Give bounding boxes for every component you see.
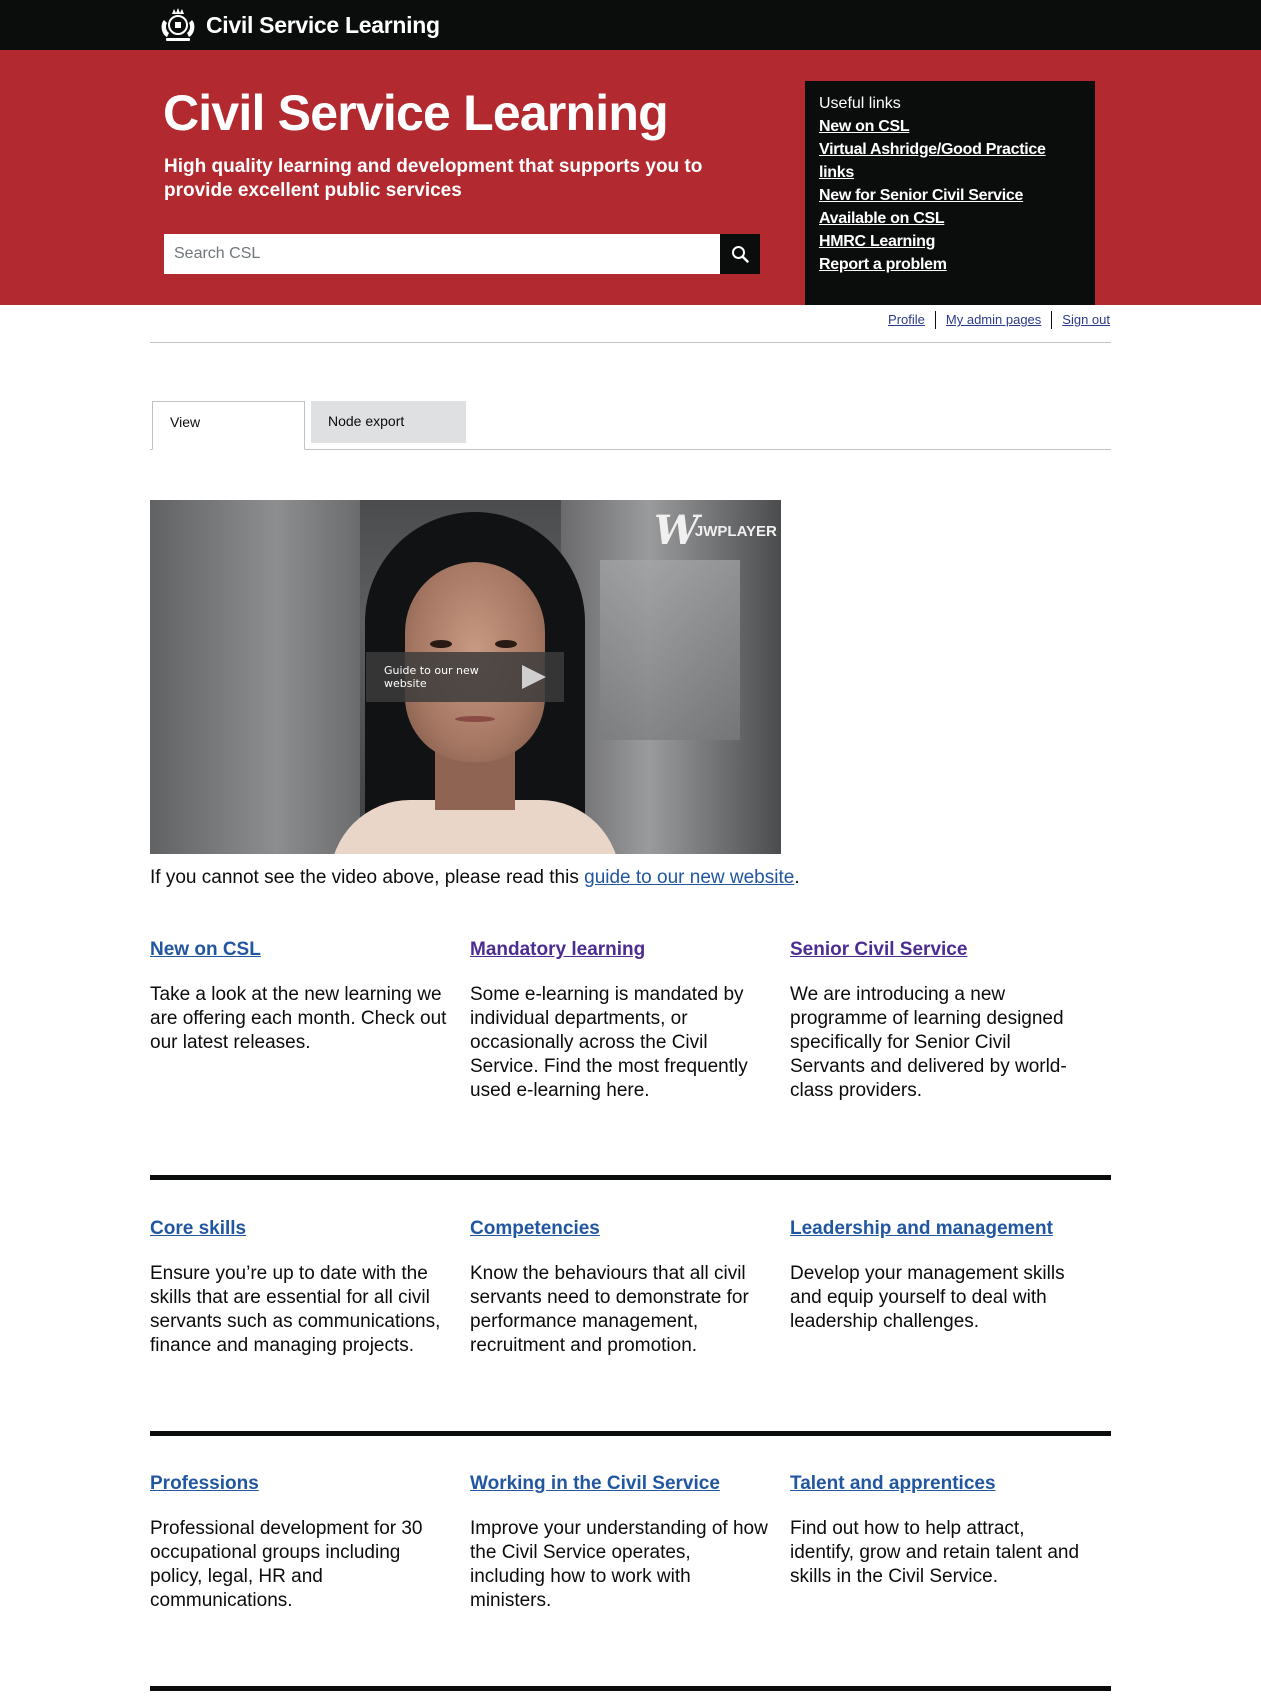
- useful-links-panel: Useful links New on CSL Virtual Ashridge…: [805, 81, 1095, 305]
- search-icon: [732, 246, 749, 263]
- section-divider: [150, 1431, 1111, 1436]
- section-divider: [150, 1686, 1111, 1691]
- card-title-talent-apprentices[interactable]: Talent and apprentices: [790, 1472, 1090, 1496]
- video-frame-person: [455, 716, 495, 722]
- card: Senior Civil Service We are introducing …: [790, 938, 1090, 1103]
- search-input[interactable]: [164, 234, 720, 274]
- card-text: Find out how to help attract, identify, …: [790, 1518, 1080, 1587]
- card-text: Take a look at the new learning we are o…: [150, 984, 447, 1053]
- page-title: Civil Service Learning: [163, 85, 669, 141]
- video-frame-background: [600, 560, 740, 740]
- card: Working in the Civil Service Improve you…: [470, 1472, 770, 1613]
- card: Leadership and management Develop your m…: [790, 1217, 1090, 1334]
- card: Professions Professional development for…: [150, 1472, 450, 1613]
- video-caption: If you cannot see the video above, pleas…: [150, 866, 800, 890]
- play-button-label: Guide to our new website: [384, 664, 479, 690]
- caption-text: .: [794, 867, 800, 888]
- play-icon: [522, 665, 546, 689]
- guide-link[interactable]: guide to our new website: [584, 867, 794, 888]
- card-title-new-on-csl[interactable]: New on CSL: [150, 938, 450, 962]
- brand-link[interactable]: Civil Service Learning: [158, 6, 440, 44]
- card-row: Core skills Ensure you’re up to date wit…: [150, 1217, 1111, 1367]
- card-text: Professional development for 30 occupati…: [150, 1518, 423, 1611]
- search-form: [164, 234, 760, 274]
- useful-link-available-on-csl[interactable]: Available on CSL: [819, 207, 1081, 230]
- card: Talent and apprentices Find out how to h…: [790, 1472, 1090, 1589]
- card-text: Know the behaviours that all civil serva…: [470, 1263, 749, 1356]
- jwplayer-logo-text: JWPLAYER: [694, 522, 777, 540]
- hero-banner: Civil Service Learning High quality lear…: [0, 50, 1261, 305]
- useful-link-virtual-ashridge[interactable]: Virtual Ashridge/Good Practice links: [819, 138, 1081, 184]
- section-divider: [150, 1175, 1111, 1180]
- card-title-working-civil-service[interactable]: Working in the Civil Service: [470, 1472, 770, 1496]
- card-row: Professions Professional development for…: [150, 1472, 1111, 1622]
- card-title-leadership-management[interactable]: Leadership and management: [790, 1217, 1090, 1241]
- card-title-competencies[interactable]: Competencies: [470, 1217, 770, 1241]
- card-title-mandatory-learning[interactable]: Mandatory learning: [470, 938, 770, 962]
- card-text: Develop your management skills and equip…: [790, 1263, 1065, 1332]
- admin-pages-link[interactable]: My admin pages: [936, 311, 1051, 329]
- card-row: New on CSL Take a look at the new learni…: [150, 938, 1111, 1108]
- tab-bar: View Node export: [150, 401, 1111, 450]
- video-frame-background: [150, 500, 360, 854]
- card-title-core-skills[interactable]: Core skills: [150, 1217, 450, 1241]
- card: Core skills Ensure you’re up to date wit…: [150, 1217, 450, 1358]
- card-title-senior-civil-service[interactable]: Senior Civil Service: [790, 938, 1090, 962]
- hero-subtitle: High quality learning and development th…: [164, 156, 703, 201]
- card-text: Ensure you’re up to date with the skills…: [150, 1263, 441, 1356]
- profile-link[interactable]: Profile: [878, 311, 935, 329]
- card: Mandatory learning Some e-learning is ma…: [470, 938, 770, 1103]
- top-bar: Civil Service Learning: [0, 0, 1261, 50]
- jwplayer-logo-icon: W: [654, 507, 699, 554]
- play-button[interactable]: Guide to our new website: [366, 652, 564, 702]
- tab-view[interactable]: View: [152, 401, 305, 450]
- sign-out-link[interactable]: Sign out: [1052, 311, 1110, 329]
- video-frame-person: [430, 640, 452, 648]
- jwplayer-logo: W JWPLAYER: [654, 511, 777, 551]
- account-links: Profile My admin pages Sign out: [878, 311, 1110, 329]
- royal-crest-icon: [161, 8, 195, 41]
- useful-links-title: Useful links: [819, 95, 901, 112]
- brand-text: Civil Service Learning: [206, 11, 440, 38]
- card: Competencies Know the behaviours that al…: [470, 1217, 770, 1358]
- useful-link-senior-civil-service[interactable]: New for Senior Civil Service: [819, 184, 1081, 207]
- card-text: Some e-learning is mandated by individua…: [470, 984, 748, 1101]
- card-text: Improve your understanding of how the Ci…: [470, 1518, 768, 1611]
- useful-link-new-on-csl[interactable]: New on CSL: [819, 115, 1081, 138]
- card-text: We are introducing a new programme of le…: [790, 984, 1067, 1101]
- caption-text: If you cannot see the video above, pleas…: [150, 867, 585, 888]
- useful-link-report-problem[interactable]: Report a problem: [819, 253, 1081, 276]
- tab-node-export[interactable]: Node export: [311, 401, 466, 443]
- divider: [150, 342, 1111, 343]
- useful-link-hmrc-learning[interactable]: HMRC Learning: [819, 230, 1081, 253]
- search-button[interactable]: [720, 234, 760, 274]
- video-frame-person: [495, 640, 517, 648]
- card-title-professions[interactable]: Professions: [150, 1472, 450, 1496]
- card: New on CSL Take a look at the new learni…: [150, 938, 450, 1055]
- video-player[interactable]: W JWPLAYER Guide to our new website: [150, 500, 781, 854]
